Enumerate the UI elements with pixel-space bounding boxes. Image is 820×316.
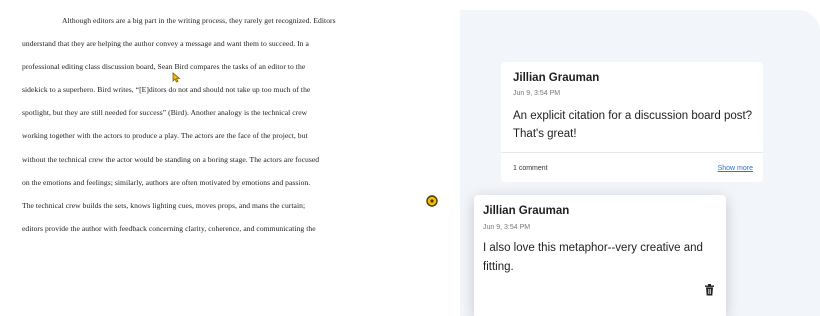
comment-text: An explicit citation for a discussion bo… bbox=[513, 110, 753, 140]
comment-text: I also love this metaphor--very creative… bbox=[483, 242, 703, 273]
document-body[interactable]: Although editors are a big part in the w… bbox=[22, 9, 430, 240]
document-line: editors provide the author with feedback… bbox=[22, 223, 316, 233]
document-page: Although editors are a big part in the w… bbox=[0, 0, 455, 316]
document-line: working together with the actors to prod… bbox=[22, 131, 308, 141]
comment-cursor-icon[interactable] bbox=[171, 72, 182, 83]
comment-author: Jillian Grauman bbox=[513, 72, 600, 84]
comment-card[interactable]: Jillian Grauman Jun 9, 3:54 PM An explic… bbox=[501, 62, 763, 182]
document-line: sidekick to a superhero. Bird writes, “[… bbox=[22, 85, 311, 95]
comment-count: 1 comment bbox=[513, 165, 548, 172]
comment-card-active[interactable]: Jillian Grauman Jun 9, 3:54 PM I also lo… bbox=[474, 195, 726, 316]
document-line: understand that they are helping the aut… bbox=[22, 39, 309, 49]
document-line: on the emotions and feelings; similarly,… bbox=[22, 177, 311, 187]
comment-timestamp: Jun 9, 3:54 PM bbox=[483, 224, 531, 231]
show-more-link[interactable]: Show more bbox=[718, 165, 753, 172]
document-line: spotlight, but they are still needed for… bbox=[22, 108, 308, 118]
comment-marker-icon[interactable] bbox=[425, 194, 439, 208]
divider bbox=[501, 152, 763, 153]
document-line: The technical crew builds the sets, know… bbox=[22, 200, 306, 210]
document-line: without the technical crew the actor wou… bbox=[22, 154, 320, 164]
comment-author: Jillian Grauman bbox=[483, 205, 570, 217]
document-line: Although editors are a big part in the w… bbox=[62, 16, 336, 25]
document-line: professional editing class discussion bo… bbox=[22, 62, 306, 72]
trash-icon[interactable] bbox=[704, 284, 715, 296]
comment-timestamp: Jun 9, 3:54 PM bbox=[513, 90, 561, 97]
